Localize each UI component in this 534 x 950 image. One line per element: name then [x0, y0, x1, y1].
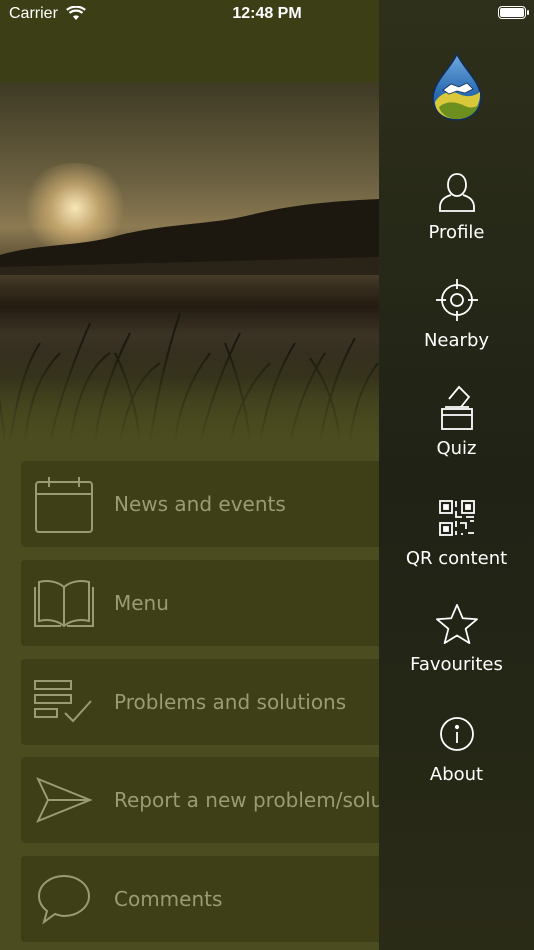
card-label: News and events	[114, 492, 286, 516]
battery-icon	[498, 6, 529, 19]
card-report-new-problem[interactable]: Report a new problem/solu	[21, 757, 379, 843]
paper-plane-icon	[32, 768, 96, 832]
forest-hills	[0, 199, 379, 275]
status-bar: Carrier 12:48 PM	[0, 0, 534, 30]
drawer-item-qr-content[interactable]: QR content	[379, 496, 534, 586]
card-comments[interactable]: Comments	[21, 856, 379, 942]
drawer-item-label: Favourites	[410, 654, 503, 675]
drawer-item-label: Quiz	[436, 438, 477, 459]
drawer-item-profile[interactable]: Profile	[379, 170, 534, 260]
drawer-item-label: QR content	[405, 548, 508, 569]
person-icon	[435, 170, 479, 214]
card-problems-and-solutions[interactable]: Problems and solutions	[21, 659, 379, 745]
qr-code-icon	[435, 496, 479, 540]
card-label: Comments	[114, 887, 223, 911]
water-drop-handshake-logo	[429, 52, 485, 122]
drawer-item-label: Profile	[428, 222, 485, 243]
drawer-item-favourites[interactable]: Favourites	[379, 602, 534, 692]
card-label: Menu	[114, 591, 169, 615]
drawer-item-label: Nearby	[423, 330, 490, 351]
main-screen: News and events Menu Problems and soluti…	[0, 0, 379, 950]
drawer-item-label: About	[429, 764, 484, 785]
speech-bubble-icon	[32, 867, 96, 931]
ballot-box-icon	[435, 385, 479, 430]
card-label: Problems and solutions	[114, 690, 347, 714]
checklist-icon	[32, 670, 96, 734]
card-label: Report a new problem/solu	[114, 788, 379, 812]
drawer-item-quiz[interactable]: Quiz	[379, 385, 534, 476]
calendar-icon	[32, 472, 96, 536]
star-icon	[435, 602, 479, 646]
drawer-item-nearby[interactable]: Nearby	[379, 278, 534, 368]
crosshair-icon	[435, 278, 479, 322]
open-book-icon	[32, 571, 96, 635]
clock: 12:48 PM	[232, 5, 302, 22]
hero-image-sunset-lake	[0, 83, 379, 443]
info-icon	[435, 712, 479, 756]
card-menu[interactable]: Menu	[21, 560, 379, 646]
drawer-item-about[interactable]: About	[379, 712, 534, 802]
card-news-and-events[interactable]: News and events	[21, 461, 379, 547]
side-drawer: Profile Nearby Quiz QR content Favourite…	[379, 0, 534, 950]
